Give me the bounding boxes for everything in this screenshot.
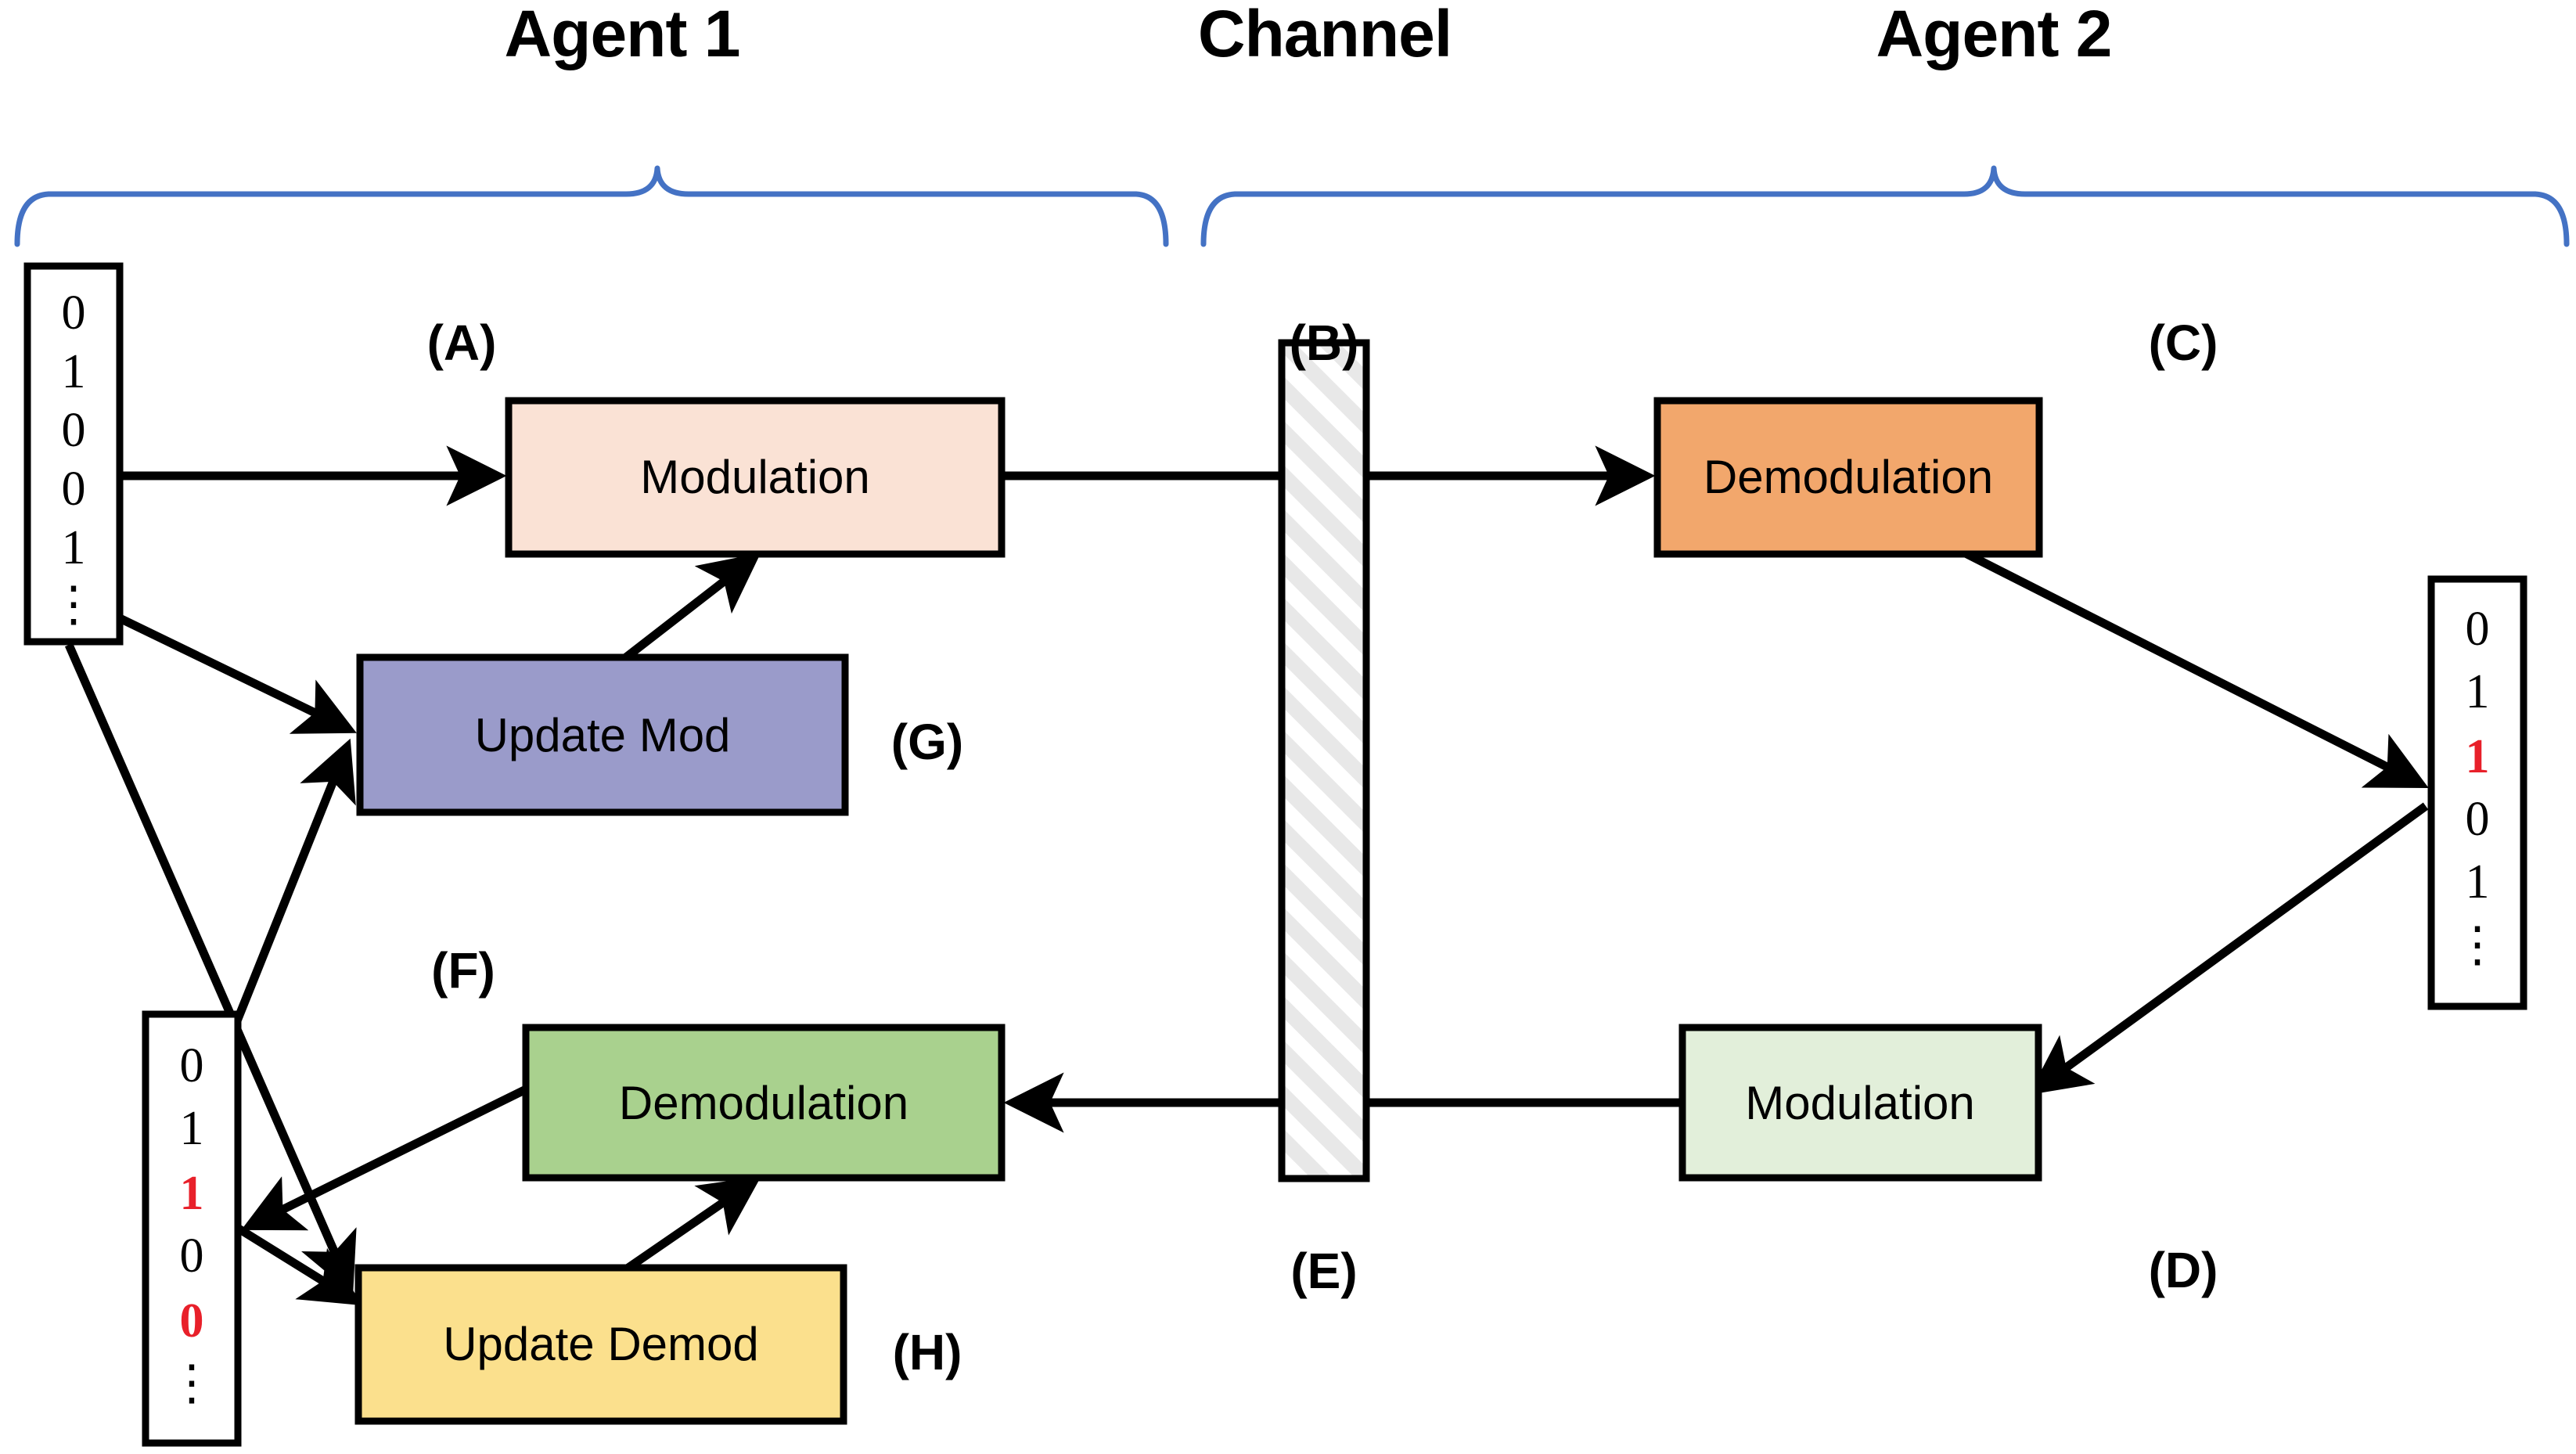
header-channel: Channel [1198, 0, 1452, 70]
bit-box-agent2-received: 0 1 1 0 1 ⋮ [2427, 575, 2527, 1010]
block-label-modulation-agent1: Modulation [640, 451, 870, 503]
bit-box-agent1-source: 0 1 0 0 1 ⋮ [23, 262, 124, 646]
bit-value-error: 0 [180, 1294, 204, 1348]
tag-g: (G) [891, 714, 963, 770]
tag-e: (E) [1290, 1243, 1357, 1299]
bit-ellipsis: ⋮ [2453, 919, 2502, 972]
edge-bits2-to-modulation2 [2028, 802, 2429, 1096]
bit-value: 1 [62, 345, 86, 398]
bit-value: 0 [180, 1039, 204, 1092]
diagram-canvas: Agent 1 Channel Agent 2 Modulation Updat… [0, 0, 2576, 1454]
header-agent2: Agent 2 [1876, 0, 2111, 70]
bit-value: 1 [2466, 665, 2490, 718]
block-demodulation-agent1[interactable]: Demodulation [522, 1024, 1006, 1182]
bit-value: 1 [2466, 855, 2490, 909]
bit-value-error: 1 [180, 1167, 204, 1220]
block-update-mod[interactable]: Update Mod [356, 653, 849, 816]
bit-ellipsis: ⋮ [49, 578, 98, 632]
bit-value: 0 [2466, 793, 2490, 846]
bit-ellipsis: ⋮ [167, 1357, 216, 1410]
bit-box-agent1-received: 0 1 1 0 0 ⋮ [142, 1010, 242, 1447]
block-modulation-agent2[interactable]: Modulation [1678, 1024, 2042, 1182]
bit-value: 0 [62, 462, 86, 516]
edge-source-to-updatemod [117, 614, 357, 734]
bit-value: 1 [62, 521, 86, 574]
block-label-demodulation-agent2: Demodulation [1704, 451, 1993, 503]
tag-a: (A) [427, 315, 497, 371]
header-agent1: Agent 1 [504, 0, 739, 70]
tag-d: (D) [2149, 1242, 2218, 1298]
block-demodulation-agent2[interactable]: Demodulation [1653, 397, 2043, 558]
brace-agent1 [14, 165, 1169, 247]
edge-demod2-to-bits2 [1952, 544, 2429, 788]
block-label-demodulation-agent1: Demodulation [619, 1077, 908, 1129]
block-label-update-mod: Update Mod [475, 709, 731, 761]
tag-f: (F) [431, 942, 495, 999]
tag-c: (C) [2149, 315, 2218, 371]
bit-value: 1 [180, 1102, 204, 1155]
channel-block [1278, 339, 1370, 1182]
block-update-demod[interactable]: Update Demod [354, 1264, 847, 1425]
edge-bits1-to-updatemod [230, 738, 356, 1029]
bit-value: 0 [62, 286, 86, 340]
edge-updatemod-to-modulation [623, 552, 761, 661]
block-modulation-agent1[interactable]: Modulation [505, 397, 1006, 558]
tag-h: (H) [893, 1324, 962, 1380]
edge-updatedemod-to-demod1 [623, 1176, 761, 1273]
tag-b: (B) [1290, 315, 1359, 371]
flow-diagram: Agent 1 Channel Agent 2 Modulation Updat… [14, 0, 2570, 1447]
bit-value-error: 1 [2466, 730, 2490, 783]
bit-value: 0 [180, 1229, 204, 1283]
bit-value: 0 [2466, 603, 2490, 656]
bit-value: 0 [62, 404, 86, 457]
block-label-modulation-agent2: Modulation [1745, 1077, 1975, 1129]
brace-agent2 [1200, 165, 2570, 247]
block-label-update-demod: Update Demod [443, 1318, 759, 1370]
